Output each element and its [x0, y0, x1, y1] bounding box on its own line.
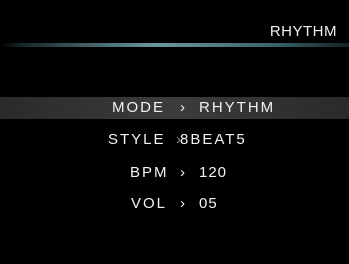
menu-item-value: RHYTHM [199, 99, 276, 116]
menu-item-label: BPM [130, 164, 169, 181]
menu-item-value: 05 [199, 195, 218, 212]
chevron-right-icon: › [180, 164, 187, 181]
screen-title: RHYTHM [269, 23, 337, 40]
chevron-right-icon: › [180, 195, 187, 212]
chevron-right-icon: › [180, 99, 187, 116]
menu-item-bpm[interactable]: BPM › 120 [0, 162, 349, 184]
menu-item-vol[interactable]: VOL › 05 [0, 193, 349, 215]
menu-item-label: STYLE [108, 131, 166, 148]
menu-item-value: 120 [199, 164, 228, 181]
menu-item-label: MODE [112, 99, 165, 116]
menu-item-value: 8BEAT5 [180, 131, 247, 148]
menu-item-mode[interactable]: MODE › RHYTHM [0, 97, 349, 119]
device-screen: RHYTHM MODE › RHYTHM STYLE › 8BEAT5 BPM … [0, 0, 349, 264]
menu-item-style[interactable]: STYLE › 8BEAT5 [0, 129, 349, 151]
header-divider [0, 43, 349, 47]
menu-item-label: VOL [131, 195, 168, 212]
